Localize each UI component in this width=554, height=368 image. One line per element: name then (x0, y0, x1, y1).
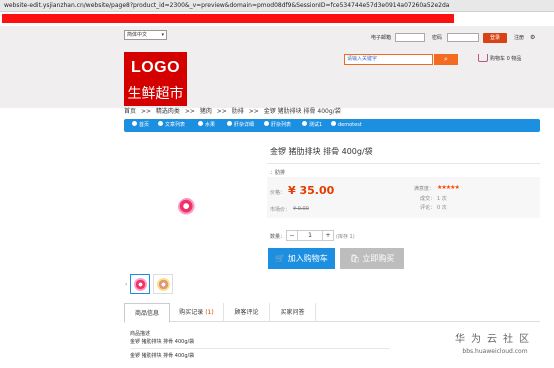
nav-bullet-icon (302, 121, 307, 126)
tab-label: 顾客评论 (234, 309, 259, 316)
register-link[interactable]: 注册 (514, 33, 524, 43)
breadcrumb-home[interactable]: 首页 (124, 108, 136, 115)
breadcrumb-current: 金锣 猪肋排块 排骨 400g/袋 (263, 108, 341, 115)
nav-label: demotest (338, 122, 362, 128)
tab-label: 购买记录 (179, 309, 204, 316)
redaction-bar (2, 14, 454, 23)
product-price: ¥ 35.00 (288, 184, 335, 197)
product-title: 金锣 猪肋排块 排骨 400g/袋 (270, 147, 373, 156)
watermark-title: 华为云社区 (455, 334, 535, 345)
thumbnail-image (157, 278, 170, 291)
search-input[interactable]: 请输入关键字 (344, 54, 433, 65)
divider (267, 163, 540, 164)
quantity-plus-button[interactable]: + (322, 230, 334, 241)
cart-label: 购物车 0 物品 (490, 56, 522, 62)
rating-stars: ★★★★★ (437, 184, 460, 191)
nav-label: 水果 (205, 122, 216, 128)
breadcrumb-subcategory[interactable]: 猪肉 (200, 108, 212, 115)
nav-item-test1[interactable]: 测试1 (302, 119, 322, 132)
nav-label: 肝杂详细 (234, 122, 255, 128)
nav-label: 测试1 (309, 122, 323, 128)
password-label: 密码 (432, 35, 443, 41)
tab-customer-reviews[interactable]: 顾客评论 (224, 303, 270, 322)
breadcrumb-type[interactable]: 肋排 (232, 108, 244, 115)
tab-count: (1) (205, 309, 214, 316)
thumbnail-prev-icon[interactable]: ‹ (125, 281, 127, 288)
nav-bullet-icon (132, 121, 137, 126)
language-value: 简体中文 (127, 32, 148, 38)
email-label: 电子邮箱 (371, 35, 392, 41)
add-to-cart-button[interactable]: 🛒 加入购物车 (268, 248, 335, 269)
product-unit: ：肋排 (270, 170, 286, 176)
divider (130, 348, 390, 349)
reviews-label: 评论： (420, 205, 436, 211)
quantity-label: 数量： (270, 234, 286, 240)
nav-label: 肝杂列表 (271, 122, 292, 128)
watermark: 华为云社区 bbs.huaweicloud.com (455, 333, 535, 356)
thumbnail-1[interactable] (130, 274, 150, 294)
main-nav: 首页 文章列表 水果 肝杂详细 肝杂列表 测试1 demotest (124, 119, 540, 132)
site-logo[interactable]: LOGO 生鲜超市 (124, 52, 187, 106)
price-label: 价格： (270, 190, 286, 196)
address-bar[interactable]: website-edit.ysjianzhan.cn/website/page8… (0, 0, 554, 12)
nav-label: 文章列表 (165, 122, 186, 128)
search-button[interactable]: ⌕ (434, 54, 458, 65)
nav-bullet-icon (198, 121, 203, 126)
breadcrumb-separator: >> (216, 108, 227, 115)
reviews-value: 0 次 (437, 205, 447, 211)
nav-bullet-icon (264, 121, 269, 126)
quantity-input[interactable]: 1 (297, 230, 323, 241)
nav-item-fruit[interactable]: 水果 (198, 119, 215, 132)
add-to-cart-label: 加入购物车 (287, 254, 328, 263)
nav-bullet-icon (158, 121, 163, 126)
shopping-bag-icon: 🛍 (349, 254, 360, 263)
deals-value: 1 次 (437, 196, 447, 202)
nav-item-offal-list[interactable]: 肝杂列表 (264, 119, 291, 132)
breadcrumb: 首页 >> 精选肉类 >> 猪肉 >> 肋排 >> 金锣 猪肋排块 排骨 400… (124, 108, 344, 116)
tab-product-info[interactable]: 商品信息 (124, 303, 170, 323)
buy-now-button[interactable]: 🛍 立即购买 (340, 248, 404, 269)
product-tabs: 商品信息 购买记录 (1) 顾客评论 买家问答 (124, 303, 540, 323)
language-select[interactable]: 简体中文 ▾ (124, 30, 167, 40)
thumbnail-image (134, 278, 147, 291)
deals-label: 成交： (420, 196, 436, 202)
market-price-label: 市场价： (270, 207, 291, 213)
breadcrumb-separator: >> (248, 108, 259, 115)
password-field[interactable] (447, 33, 479, 42)
cart-icon (478, 53, 488, 62)
nav-item-offal-detail[interactable]: 肝杂详细 (227, 119, 254, 132)
buy-now-label: 立即购买 (362, 254, 395, 263)
cart-icon: 🛒 (275, 254, 286, 263)
breadcrumb-separator: >> (184, 108, 195, 115)
product-main-image[interactable] (178, 198, 196, 216)
nav-label: 首页 (139, 122, 150, 128)
rating-label: 满意度： (414, 186, 435, 192)
nav-item-home[interactable]: 首页 (132, 119, 149, 132)
email-field[interactable] (395, 33, 425, 42)
breadcrumb-separator: >> (140, 108, 151, 115)
login-options-icon[interactable]: ⚙ (530, 33, 535, 43)
logo-text: LOGO (130, 59, 181, 76)
chevron-down-icon: ▾ (161, 32, 164, 38)
tab-label: 买家问答 (280, 309, 305, 316)
tab-label: 商品信息 (134, 310, 159, 317)
logo-subtitle: 生鲜超市 (127, 85, 184, 101)
login-button[interactable]: 登录 (483, 33, 507, 43)
tab-purchase-records[interactable]: 购买记录 (1) (170, 303, 224, 322)
search-icon: ⌕ (444, 55, 448, 63)
nav-bullet-icon (227, 121, 232, 126)
description-heading: 商品描述 (130, 331, 151, 337)
nav-item-articles[interactable]: 文章列表 (158, 119, 185, 132)
nav-bullet-icon (331, 121, 336, 126)
nav-item-demotest[interactable]: demotest (331, 119, 362, 132)
cart-link[interactable]: 购物车 0 物品 (478, 53, 522, 64)
breadcrumb-category[interactable]: 精选肉类 (156, 108, 180, 115)
description-line: 金锣 猪肋排块 排骨 400g/袋 (130, 353, 195, 359)
stock-count: (库存 1) (336, 234, 355, 240)
thumbnail-2[interactable] (153, 274, 173, 294)
tab-buyer-qa[interactable]: 买家问答 (270, 303, 316, 322)
description-line: 金锣 猪肋排块 排骨 400g/袋 (130, 339, 195, 345)
watermark-url: bbs.huaweicloud.com (462, 348, 528, 355)
market-price: ¥ 0.00 (293, 206, 309, 212)
